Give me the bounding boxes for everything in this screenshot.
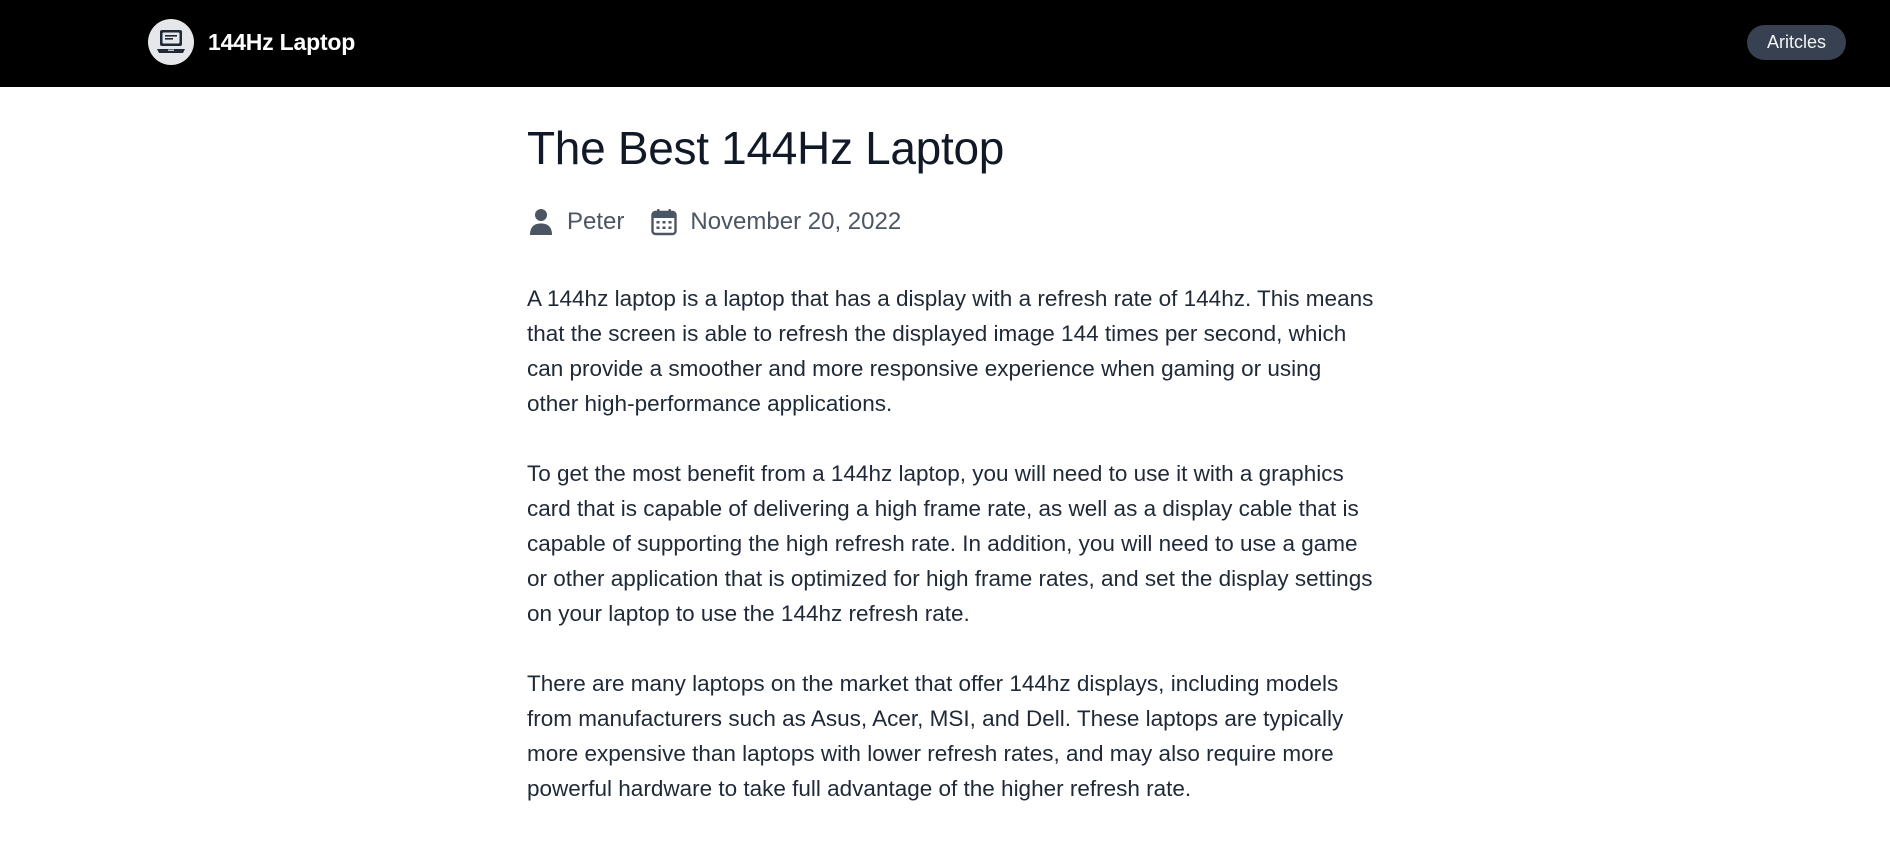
nav-articles-link[interactable]: Aritcles <box>1746 25 1846 60</box>
brand-link[interactable]: 144Hz Laptop <box>148 19 355 65</box>
article: The Best 144Hz Laptop Peter November 20,… <box>527 87 1377 841</box>
publish-date: November 20, 2022 <box>690 208 902 235</box>
site-header: 144Hz Laptop Aritcles <box>0 0 1890 87</box>
page-title: The Best 144Hz Laptop <box>527 122 1005 174</box>
laptop-icon <box>148 19 194 65</box>
user-icon <box>527 207 555 237</box>
article-body: A 144hz laptop is a laptop that has a di… <box>527 281 1377 806</box>
author-name: Peter <box>567 208 625 235</box>
article-paragraph: To get the most benefit from a 144hz lap… <box>527 461 1373 626</box>
article-meta: Peter November 20, 2022 <box>527 205 1377 239</box>
calendar-icon <box>650 207 678 237</box>
article-paragraph: There are many laptops on the market tha… <box>527 671 1344 801</box>
brand-name: 144Hz Laptop <box>208 28 356 55</box>
article-paragraph: A 144hz laptop is a laptop that has a di… <box>527 286 1374 416</box>
